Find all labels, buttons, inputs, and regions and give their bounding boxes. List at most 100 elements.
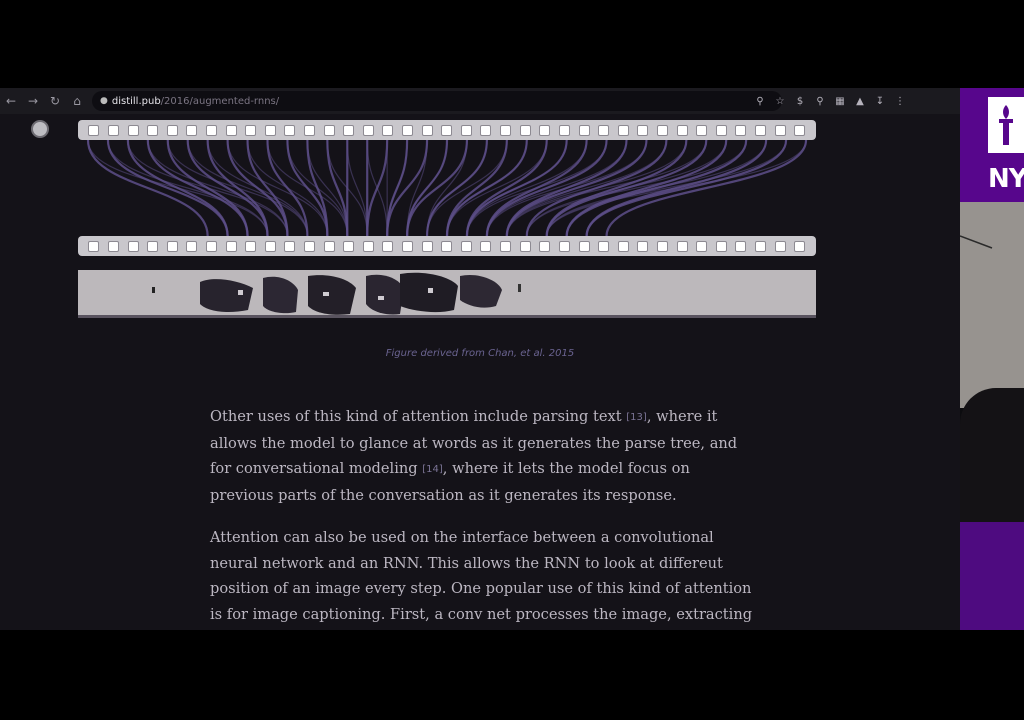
token-square <box>500 124 512 136</box>
download-icon[interactable]: ↧ <box>872 91 888 111</box>
web-page: Figure derived from Chan, et al. 2015 Ot… <box>0 114 960 630</box>
token-square <box>343 124 355 136</box>
bookmark-star-icon[interactable]: ☆ <box>772 91 788 111</box>
token-square <box>304 240 315 252</box>
token-square <box>284 124 296 136</box>
attention-curve <box>126 140 229 236</box>
extension-icon[interactable]: ▦ <box>832 91 848 111</box>
token-square <box>598 124 610 136</box>
attention-curve <box>346 140 368 236</box>
reload-icon[interactable]: ↻ <box>44 90 66 112</box>
token-square <box>500 240 512 252</box>
token-square <box>421 240 433 252</box>
token-square <box>147 240 159 252</box>
attention-curve <box>146 140 249 236</box>
share-icon[interactable]: ▲ <box>852 91 868 111</box>
token-square <box>578 124 590 136</box>
token-square <box>460 124 472 136</box>
attention-curve <box>426 140 508 236</box>
token-square <box>480 240 492 252</box>
citation-13[interactable]: [13] <box>626 412 647 423</box>
lock-icon: ● <box>100 96 108 106</box>
token-square <box>362 240 374 252</box>
token-square <box>676 240 688 252</box>
purple-banner <box>960 522 1024 630</box>
token-square <box>382 124 394 136</box>
token-square <box>715 240 727 252</box>
token-square <box>88 124 100 136</box>
audio-spectrogram <box>78 270 816 318</box>
presenter-silhouette <box>960 388 1024 522</box>
token-square <box>107 240 119 252</box>
citation-14[interactable]: [14] <box>422 464 443 475</box>
presenter-video <box>960 202 1024 408</box>
token-square <box>205 124 217 136</box>
token-square <box>186 124 198 136</box>
token-square <box>402 124 414 136</box>
token-square <box>225 124 237 136</box>
input-token-row <box>78 236 816 256</box>
torch-logo-icon <box>988 97 1024 153</box>
paragraph-1: Other uses of this kind of attention inc… <box>210 404 755 508</box>
token-square <box>88 240 100 252</box>
token-square <box>774 124 786 136</box>
token-square <box>794 124 806 136</box>
back-icon[interactable]: ← <box>0 90 22 112</box>
token-square <box>225 240 237 252</box>
token-square <box>519 124 531 136</box>
attention-curve <box>386 140 408 236</box>
token-square <box>441 124 453 136</box>
dollar-extension-icon[interactable]: $ <box>792 91 808 111</box>
token-square <box>166 240 178 252</box>
token-square <box>617 124 629 136</box>
token-square <box>735 124 747 136</box>
token-square <box>656 124 668 136</box>
zoom-icon[interactable]: ⚲ <box>752 91 768 111</box>
token-square <box>774 240 786 252</box>
token-square <box>362 124 374 136</box>
browser-toolbar: ← → ↻ ⌂ ● distill.pub/2016/augmented-rnn… <box>0 88 960 114</box>
token-square <box>755 240 767 252</box>
presenter-video-panel: NY <box>960 88 1024 630</box>
token-square <box>480 124 492 136</box>
token-square <box>245 124 257 136</box>
home-icon[interactable]: ⌂ <box>66 90 88 112</box>
token-square <box>107 124 119 136</box>
attention-curve <box>226 140 328 236</box>
token-square <box>382 240 394 252</box>
token-square <box>637 240 649 252</box>
paragraph-1-text-a: Other uses of this kind of attention inc… <box>210 408 627 425</box>
extension-icons: ⚲ ☆ $ ⚲ ▦ ▲ ↧ ⋮ <box>752 91 908 111</box>
token-square <box>558 124 570 136</box>
attention-curve <box>266 140 309 236</box>
attention-curve <box>366 140 389 236</box>
token-square <box>343 240 355 252</box>
address-bar[interactable]: ● distill.pub/2016/augmented-rnns/ <box>92 91 782 111</box>
attention-links <box>86 140 808 236</box>
token-square <box>264 124 276 136</box>
paragraph-2: Attention can also be used on the interf… <box>210 529 753 623</box>
token-square <box>205 240 217 252</box>
token-square <box>304 124 315 136</box>
token-square <box>578 240 590 252</box>
token-square <box>519 240 531 252</box>
token-square <box>127 124 139 136</box>
token-square <box>245 240 257 252</box>
nyu-logo: NY <box>960 88 1024 202</box>
nav-toggle-circle[interactable] <box>31 120 49 138</box>
token-square <box>460 240 472 252</box>
attention-curve <box>426 140 468 236</box>
token-square <box>735 240 747 252</box>
attention-curve <box>526 140 747 236</box>
token-square <box>637 124 649 136</box>
token-square <box>656 240 668 252</box>
token-square <box>402 240 414 252</box>
token-square <box>715 124 727 136</box>
menu-icon[interactable]: ⋮ <box>892 91 908 111</box>
token-square <box>441 240 453 252</box>
article-body: Other uses of this kind of attention inc… <box>210 404 755 630</box>
token-square <box>539 124 551 136</box>
pin-extension-icon[interactable]: ⚲ <box>812 91 828 111</box>
token-square <box>794 240 806 252</box>
forward-icon[interactable]: → <box>22 90 44 112</box>
